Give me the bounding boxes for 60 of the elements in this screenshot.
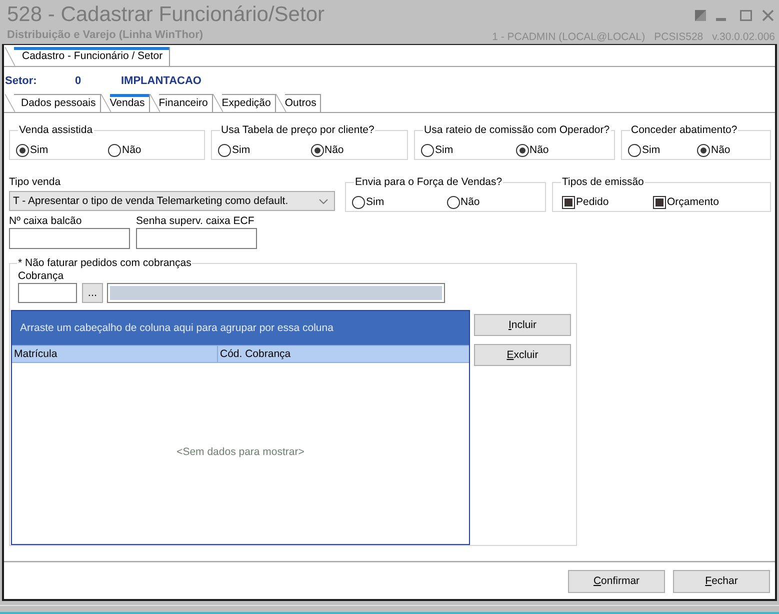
tab[interactable]: Dados pessoais xyxy=(5,94,101,112)
empty-grid-message: <Sem dados para mostrar> xyxy=(176,446,304,458)
delete-button[interactable]: Excluir xyxy=(474,344,571,366)
checkbox-option[interactable]: Pedido xyxy=(562,196,609,209)
sector-code: 0 xyxy=(75,74,82,86)
add-button[interactable]: Incluir xyxy=(474,314,571,336)
group-by-hint: Arraste um cabeçalho de coluna aqui para agrupar por essa coluna xyxy=(20,322,334,334)
confirm-button[interactable]: Confirmar xyxy=(568,570,665,592)
input-field[interactable] xyxy=(9,228,130,249)
tab[interactable]: Vendas xyxy=(100,94,150,112)
group-title: Usa rateio de comissão com Operador? xyxy=(423,124,611,137)
window-title: 528 - Cadastrar Funcionário/Setor xyxy=(7,3,324,27)
field-label: Nº caixa balcão xyxy=(9,215,82,228)
chevron-down-icon xyxy=(319,198,328,204)
radio-icon[interactable] xyxy=(218,144,231,157)
browse-button[interactable]: ... xyxy=(82,283,103,303)
tab[interactable]: Financeiro xyxy=(150,94,213,112)
input-field[interactable] xyxy=(18,283,77,303)
radio-icon[interactable] xyxy=(310,144,324,157)
radio-option[interactable]: Não xyxy=(310,144,344,157)
radio-icon[interactable] xyxy=(352,196,365,209)
group-title: Conceder abatimento? xyxy=(630,124,738,137)
radio-icon[interactable] xyxy=(628,144,641,157)
radio-icon[interactable] xyxy=(16,144,29,157)
checkbox-icon[interactable] xyxy=(653,196,666,209)
group-title: Tipos de emissão xyxy=(561,176,645,189)
radio-option[interactable]: Não xyxy=(108,144,142,157)
sale-type-select[interactable]: T - Apresentar o tipo de venda Telemarketing como default. xyxy=(9,191,335,211)
close-button[interactable]: Fechar xyxy=(673,570,770,592)
group-title: Venda assistida xyxy=(18,124,94,137)
radio-icon[interactable] xyxy=(697,144,710,157)
radio-icon[interactable] xyxy=(516,144,528,157)
radio-option[interactable]: Não xyxy=(697,144,730,157)
form-tab[interactable]: Cadastro - Funcionário / Setor xyxy=(5,47,170,66)
radio-option[interactable]: Sim xyxy=(628,144,660,157)
tab[interactable]: Outros xyxy=(276,94,322,112)
radio-option[interactable]: Não xyxy=(446,196,480,209)
radio-option[interactable]: Sim xyxy=(16,144,48,157)
group-title: * Não faturar pedidos com cobranças xyxy=(17,257,192,270)
radio-icon[interactable] xyxy=(421,144,434,157)
checkbox-icon[interactable] xyxy=(562,196,575,209)
radio-option[interactable]: Sim xyxy=(421,144,454,157)
checkbox-option[interactable]: Orçamento xyxy=(653,196,719,209)
radio-icon[interactable] xyxy=(446,196,460,209)
tab[interactable]: Expedição xyxy=(212,94,276,112)
sector-label: Setor: xyxy=(5,74,38,86)
column-header[interactable]: Matrícula xyxy=(12,346,218,362)
field-label: Senha superv. caixa ECF xyxy=(136,215,254,228)
radio-option[interactable]: Sim xyxy=(352,196,384,209)
radio-icon[interactable] xyxy=(108,144,121,157)
sector-name: IMPLANTACAO xyxy=(121,74,202,86)
radio-option[interactable]: Não xyxy=(516,144,549,157)
input-field[interactable] xyxy=(136,228,257,249)
half-filled-square-icon[interactable] xyxy=(695,10,706,20)
group-title: Usa Tabela de preço por cliente? xyxy=(220,124,376,137)
field-label: Cobrança xyxy=(18,270,64,283)
column-header[interactable]: Cód. Cobrança xyxy=(218,346,469,362)
radio-option[interactable]: Sim xyxy=(218,144,250,157)
field-label: Tipo venda xyxy=(9,176,61,189)
group-title: Envia para o Força de Vendas? xyxy=(354,176,504,189)
